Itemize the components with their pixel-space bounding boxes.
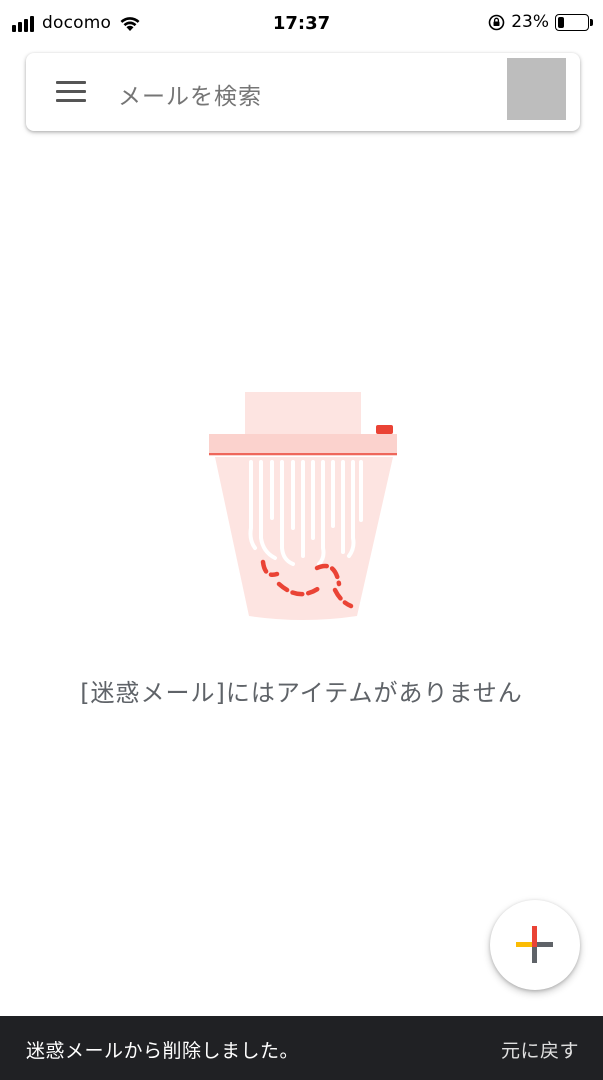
menu-icon[interactable] — [56, 81, 86, 103]
battery-fill — [558, 16, 564, 28]
orientation-lock-icon — [488, 14, 505, 30]
status-bar: docomo 17:37 23% — [0, 0, 603, 50]
compose-button[interactable] — [490, 900, 580, 990]
empty-state-message: [迷惑メール]にはアイテムがありません — [80, 679, 523, 707]
undo-button[interactable]: 元に戻す — [501, 1036, 579, 1063]
snackbar: 迷惑メールから削除しました。 元に戻す — [0, 1016, 603, 1080]
shredder-illustration — [209, 392, 397, 620]
battery-icon — [555, 13, 593, 31]
status-right: 23% — [488, 12, 593, 32]
search-input[interactable]: メールを検索 — [118, 77, 262, 111]
plus-icon — [516, 926, 553, 963]
battery-percent: 23% — [511, 12, 549, 32]
search-bar[interactable]: メールを検索 — [26, 53, 580, 131]
gmail-spam-folder-screen: docomo 17:37 23% メールを検索 [迷惑メール]にはアイテムがあり… — [0, 0, 603, 1080]
snackbar-message: 迷惑メールから削除しました。 — [26, 1040, 300, 1062]
avatar[interactable] — [507, 58, 566, 120]
